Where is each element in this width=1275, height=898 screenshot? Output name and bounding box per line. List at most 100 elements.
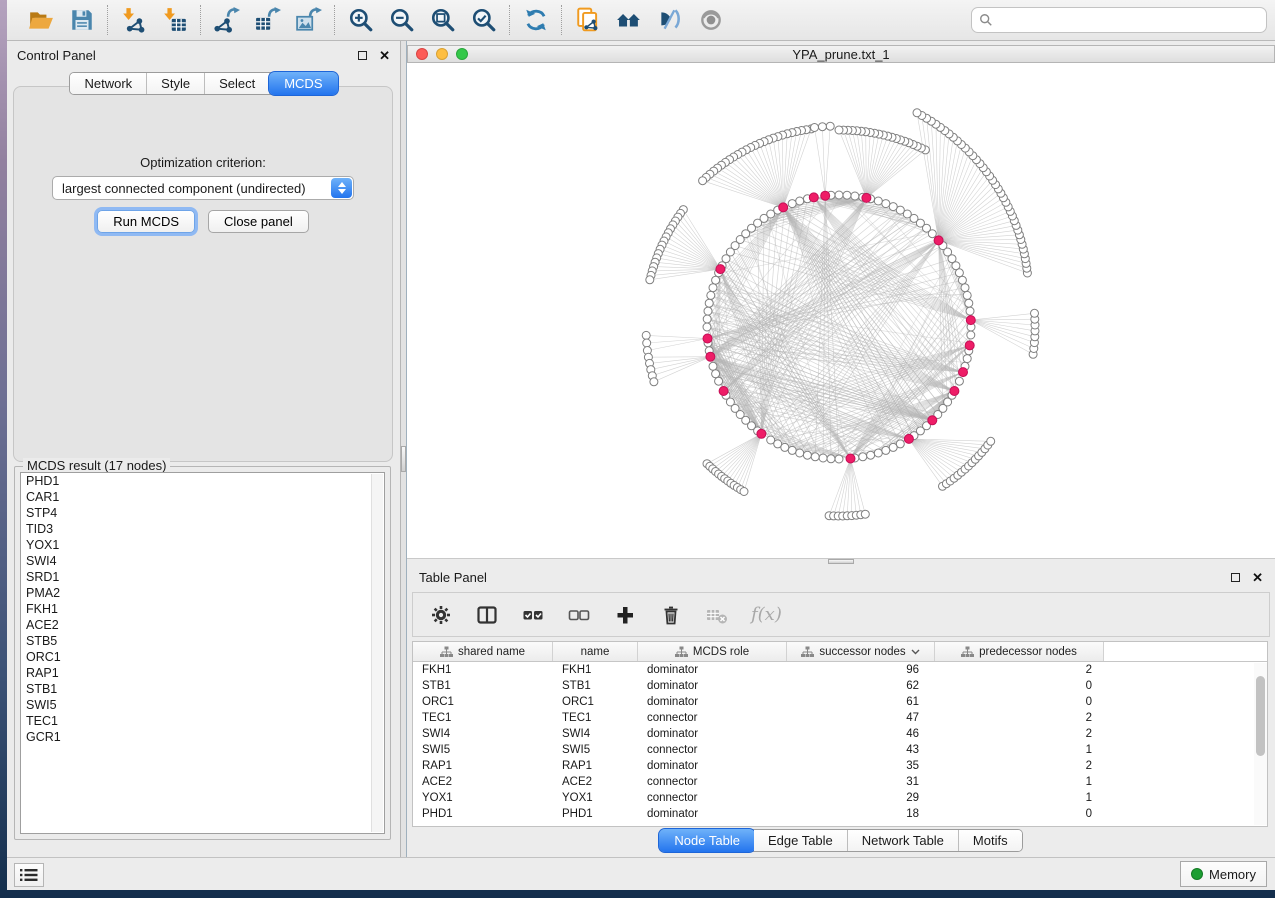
zoom-fit-icon[interactable] xyxy=(429,7,456,34)
cell: connector xyxy=(638,774,787,790)
table-mode-icon[interactable] xyxy=(429,603,453,627)
select-all-icon[interactable] xyxy=(521,603,545,627)
column-header-predecessor-nodes[interactable]: predecessor nodes xyxy=(935,642,1104,661)
column-header-name[interactable]: name xyxy=(553,642,638,661)
table-row[interactable]: ORC1ORC1dominator610 xyxy=(413,694,1267,710)
list-item[interactable]: YOX1 xyxy=(21,537,384,553)
list-item[interactable]: PHD1 xyxy=(21,473,384,489)
table-panel: Table Panel ✕ f(x) shared namenameMCDS r… xyxy=(407,565,1275,857)
table-body: FKH1FKH1dominator962STB1STB1dominator620… xyxy=(413,662,1267,822)
list-item[interactable]: ACE2 xyxy=(21,617,384,633)
list-item[interactable]: STB1 xyxy=(21,681,384,697)
window-minimize-icon[interactable] xyxy=(436,48,448,60)
float-table-panel-icon[interactable] xyxy=(1231,573,1240,582)
tab-select[interactable]: Select xyxy=(205,73,270,94)
show-all-icon[interactable] xyxy=(697,7,724,34)
tab-network[interactable]: Network xyxy=(70,73,147,94)
search-field[interactable] xyxy=(971,7,1267,33)
table-row[interactable]: RAP1RAP1dominator352 xyxy=(413,758,1267,774)
export-network-icon[interactable] xyxy=(213,7,240,34)
tab-motifs[interactable]: Motifs xyxy=(959,830,1022,851)
cell: ACE2 xyxy=(413,774,553,790)
cell: 43 xyxy=(787,742,935,758)
horizontal-splitter-handle[interactable] xyxy=(828,559,854,564)
node-table: shared namenameMCDS rolesuccessor nodesp… xyxy=(412,641,1268,827)
list-item[interactable]: ORC1 xyxy=(21,649,384,665)
run-mcds-button[interactable]: Run MCDS xyxy=(97,210,195,233)
import-table-icon[interactable] xyxy=(161,7,188,34)
criterion-dropdown[interactable]: largest connected component (undirected) xyxy=(52,176,354,200)
window-maximize-icon[interactable] xyxy=(456,48,468,60)
memory-button[interactable]: Memory xyxy=(1180,861,1267,887)
deselect-all-icon[interactable] xyxy=(567,603,591,627)
close-panel-button[interactable]: Close panel xyxy=(208,210,309,233)
list-item[interactable]: STP4 xyxy=(21,505,384,521)
tab-edge-table[interactable]: Edge Table xyxy=(754,830,848,851)
first-neighbors-icon[interactable] xyxy=(615,7,642,34)
control-panel-tabs: NetworkStyleSelectMCDS xyxy=(69,72,337,95)
tab-style[interactable]: Style xyxy=(147,73,205,94)
search-input[interactable] xyxy=(993,10,1259,30)
list-item[interactable]: GCR1 xyxy=(21,729,384,745)
refresh-layout-icon[interactable] xyxy=(522,7,549,34)
share-document-icon[interactable] xyxy=(574,7,601,34)
list-item[interactable]: STB5 xyxy=(21,633,384,649)
network-window-titlebar[interactable]: YPA_prune.txt_1 xyxy=(407,45,1275,63)
network-canvas[interactable] xyxy=(407,63,1275,559)
list-item[interactable]: SRD1 xyxy=(21,569,384,585)
table-scrollbar[interactable] xyxy=(1254,663,1267,825)
export-table-icon[interactable] xyxy=(254,7,281,34)
list-item[interactable]: CAR1 xyxy=(21,489,384,505)
list-item[interactable]: SWI5 xyxy=(21,697,384,713)
memory-label: Memory xyxy=(1209,867,1256,882)
add-column-icon[interactable] xyxy=(613,603,637,627)
list-item[interactable]: RAP1 xyxy=(21,665,384,681)
table-row[interactable]: YOX1YOX1connector291 xyxy=(413,790,1267,806)
import-network-icon[interactable] xyxy=(120,7,147,34)
table-scrollbar-thumb[interactable] xyxy=(1256,676,1265,756)
table-row[interactable]: FKH1FKH1dominator962 xyxy=(413,662,1267,678)
vertical-splitter-handle[interactable] xyxy=(401,446,406,472)
hide-selected-icon[interactable] xyxy=(656,7,683,34)
result-list-scrollbar[interactable] xyxy=(371,474,383,832)
cell: dominator xyxy=(638,678,787,694)
table-row[interactable]: ACE2ACE2connector311 xyxy=(413,774,1267,790)
list-item[interactable]: SWI4 xyxy=(21,553,384,569)
open-file-icon[interactable] xyxy=(27,7,54,34)
window-close-icon[interactable] xyxy=(416,48,428,60)
optimization-criterion-label: Optimization criterion: xyxy=(14,155,392,170)
cell: connector xyxy=(638,710,787,726)
table-row[interactable]: SWI4SWI4dominator462 xyxy=(413,726,1267,742)
table-row[interactable]: SWI5SWI5connector431 xyxy=(413,742,1267,758)
list-item[interactable]: FKH1 xyxy=(21,601,384,617)
vertical-splitter[interactable] xyxy=(400,41,407,857)
zoom-out-icon[interactable] xyxy=(388,7,415,34)
status-bar: Memory xyxy=(7,857,1275,890)
list-item[interactable]: TEC1 xyxy=(21,713,384,729)
mcds-result-list[interactable]: PHD1CAR1STP4TID3YOX1SWI4SRD1PMA2FKH1ACE2… xyxy=(20,472,385,834)
tab-node-table[interactable]: Node Table xyxy=(659,829,755,852)
delete-column-icon[interactable] xyxy=(659,603,683,627)
float-panel-icon[interactable] xyxy=(358,51,367,60)
criterion-value: largest connected component (undirected) xyxy=(53,181,330,196)
table-row[interactable]: TEC1TEC1connector472 xyxy=(413,710,1267,726)
split-view-icon[interactable] xyxy=(475,603,499,627)
close-table-panel-icon[interactable]: ✕ xyxy=(1252,571,1263,584)
save-session-icon[interactable] xyxy=(68,7,95,34)
task-list-button[interactable] xyxy=(14,863,44,887)
cell: 96 xyxy=(787,662,935,678)
table-row[interactable]: STB1STB1dominator620 xyxy=(413,678,1267,694)
export-image-icon[interactable] xyxy=(295,7,322,34)
tab-mcds[interactable]: MCDS xyxy=(269,72,337,95)
cell: 2 xyxy=(935,726,1104,742)
zoom-in-icon[interactable] xyxy=(347,7,374,34)
zoom-selected-icon[interactable] xyxy=(470,7,497,34)
table-row[interactable]: PHD1PHD1dominator180 xyxy=(413,806,1267,822)
list-item[interactable]: PMA2 xyxy=(21,585,384,601)
column-header-MCDS-role[interactable]: MCDS role xyxy=(638,642,787,661)
column-header-shared-name[interactable]: shared name xyxy=(413,642,553,661)
tab-network-table[interactable]: Network Table xyxy=(848,830,959,851)
close-panel-icon[interactable]: ✕ xyxy=(379,49,390,62)
column-header-successor-nodes[interactable]: successor nodes xyxy=(787,642,935,661)
list-item[interactable]: TID3 xyxy=(21,521,384,537)
